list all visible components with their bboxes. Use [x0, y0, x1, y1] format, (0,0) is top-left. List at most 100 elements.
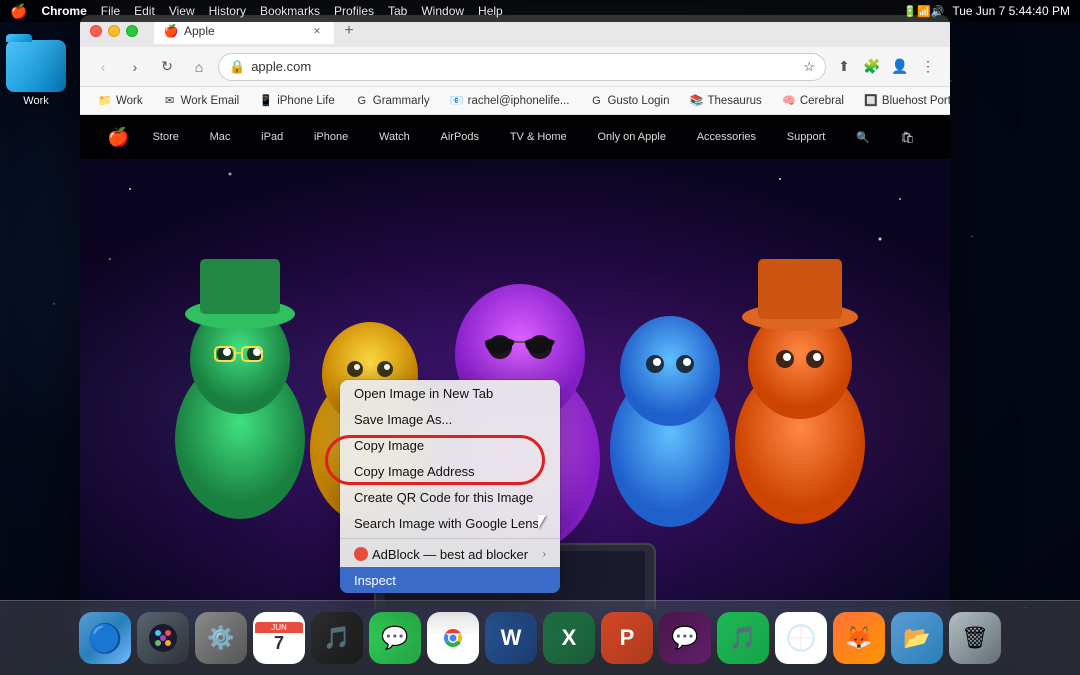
bookmark-grammarly[interactable]: G Grammarly: [347, 92, 438, 110]
apple-menu[interactable]: 🍎: [10, 3, 27, 20]
menubar-window[interactable]: Window: [421, 4, 464, 18]
browser-window: 🍎 Apple ✕ + ‹ › ↻ ⌂ 🔒 apple.com ☆ ⬆: [80, 15, 950, 635]
context-menu-separator: [340, 538, 560, 539]
menubar-help[interactable]: Help: [478, 4, 503, 18]
desktop: 🍎 Chrome File Edit View History Bookmark…: [0, 0, 1080, 675]
profile-icon[interactable]: 👤: [888, 55, 912, 79]
dock-item-finder[interactable]: 🔵: [79, 612, 131, 664]
context-menu-item-create-qr[interactable]: Create QR Code for this Image: [340, 484, 560, 510]
menubar: 🍎 Chrome File Edit View History Bookmark…: [0, 0, 1080, 22]
context-menu-item-search-lens[interactable]: Search Image with Google Lens: [340, 510, 560, 536]
context-menu-item-open-new-tab[interactable]: Open Image in New Tab: [340, 380, 560, 406]
toolbar-icons: ⬆ 🧩 👤 ⋮: [832, 55, 940, 79]
menubar-file[interactable]: File: [101, 4, 120, 18]
apple-nav-store[interactable]: Store: [145, 127, 187, 147]
menubar-view[interactable]: View: [169, 4, 195, 18]
share-icon[interactable]: ⬆: [832, 55, 856, 79]
menubar-history[interactable]: History: [209, 4, 246, 18]
safari-icon: [786, 623, 816, 653]
dock-item-trash[interactable]: 🗑: [949, 612, 1001, 664]
chrome-icon: [438, 623, 468, 653]
apple-nav-search[interactable]: 🔍: [848, 127, 878, 148]
new-tab-button[interactable]: +: [338, 20, 360, 42]
extensions-icon[interactable]: 🧩: [860, 55, 884, 79]
apple-nav-iphone[interactable]: iPhone: [306, 127, 356, 147]
tab-title: Apple: [184, 24, 215, 38]
bookmark-work-email[interactable]: ✉ Work Email: [155, 92, 248, 110]
apple-nav-support[interactable]: Support: [779, 127, 834, 147]
back-button[interactable]: ‹: [90, 54, 116, 80]
dock-item-messages[interactable]: 💬: [369, 612, 421, 664]
bookmark-work[interactable]: 📁 Work: [90, 92, 151, 110]
menubar-edit[interactable]: Edit: [134, 4, 155, 18]
apple-nav-bag[interactable]: 🛍: [893, 127, 923, 148]
context-menu-item-copy-image[interactable]: Copy Image: [340, 432, 560, 458]
context-menu-item-inspect[interactable]: Inspect: [340, 567, 560, 593]
bookmark-bluehost-icon: 🔲: [864, 94, 878, 108]
adblock-icon: [354, 547, 368, 561]
tab-close-button[interactable]: ✕: [310, 24, 324, 38]
minimize-button[interactable]: [108, 25, 120, 37]
url-display: apple.com: [251, 59, 797, 74]
close-button[interactable]: [90, 25, 102, 37]
dock-item-powerpoint[interactable]: P: [601, 612, 653, 664]
dock-item-excel[interactable]: X: [543, 612, 595, 664]
apple-nav-ipad[interactable]: iPad: [253, 127, 291, 147]
address-bar[interactable]: 🔒 apple.com ☆: [218, 53, 826, 81]
dock-item-firefox[interactable]: 🦊: [833, 612, 885, 664]
bookmark-email-icon: ✉: [163, 94, 177, 108]
bookmark-work-icon: 📁: [98, 94, 112, 108]
menubar-app-name[interactable]: Chrome: [41, 4, 86, 18]
dock-item-settings[interactable]: ⚙️: [195, 612, 247, 664]
dock-item-files[interactable]: 📂: [891, 612, 943, 664]
context-menu-item-save-image[interactable]: Save Image As...: [340, 406, 560, 432]
bookmark-gusto-icon: G: [589, 94, 603, 108]
tab-favicon: 🍎: [164, 24, 178, 38]
work-folder[interactable]: Work: [6, 40, 66, 107]
lock-icon: 🔒: [229, 59, 245, 75]
apple-nav-watch[interactable]: Watch: [371, 127, 418, 147]
dock-item-music[interactable]: 🎵: [311, 612, 363, 664]
folder-icon: [6, 40, 66, 92]
adblock-arrow-icon: ›: [543, 549, 546, 560]
dock-item-launchpad[interactable]: [137, 612, 189, 664]
menubar-icons: 🔋📶🔊: [903, 5, 944, 18]
apple-nav-airpods[interactable]: AirPods: [433, 127, 488, 147]
context-menu-item-adblock[interactable]: AdBlock — best ad blocker ›: [340, 541, 560, 567]
bookmark-gusto[interactable]: G Gusto Login: [581, 92, 677, 110]
bookmark-bluehost[interactable]: 🔲 Bluehost Portal: [856, 92, 950, 110]
dock-item-calendar[interactable]: JUN 7: [253, 612, 305, 664]
menubar-right: 🔋📶🔊 Tue Jun 7 5:44:40 PM: [903, 4, 1070, 18]
bookmark-cerebral[interactable]: 🧠 Cerebral: [774, 92, 852, 110]
menubar-time: Tue Jun 7 5:44:40 PM: [952, 4, 1070, 18]
dock-item-spotify[interactable]: 🎵: [717, 612, 769, 664]
apple-nav-mac[interactable]: Mac: [202, 127, 239, 147]
browser-content: 🍎 Store Mac iPad iPhone Watch AirPods TV…: [80, 115, 950, 635]
apple-nav-accessories[interactable]: Accessories: [689, 127, 764, 147]
bookmark-thesaurus-icon: 📚: [689, 94, 703, 108]
maximize-button[interactable]: [126, 25, 138, 37]
bookmark-star-icon[interactable]: ☆: [803, 59, 815, 75]
menubar-bookmarks[interactable]: Bookmarks: [260, 4, 320, 18]
dock-item-word[interactable]: W: [485, 612, 537, 664]
toolbar: ‹ › ↻ ⌂ 🔒 apple.com ☆ ⬆ 🧩 👤 ⋮: [80, 47, 950, 87]
bookmark-rachel[interactable]: 📧 rachel@iphonelife...: [442, 92, 578, 110]
home-button[interactable]: ⌂: [186, 54, 212, 80]
dock-item-safari[interactable]: [775, 612, 827, 664]
menubar-left: 🍎 Chrome File Edit View History Bookmark…: [10, 3, 903, 20]
dock: 🔵 ⚙️ JUN 7 🎵 💬: [0, 600, 1080, 675]
apple-nav-tv[interactable]: TV & Home: [502, 127, 575, 147]
forward-button[interactable]: ›: [122, 54, 148, 80]
menubar-tab[interactable]: Tab: [388, 4, 407, 18]
apple-nav-only[interactable]: Only on Apple: [589, 127, 674, 147]
more-options-icon[interactable]: ⋮: [916, 55, 940, 79]
context-menu: Open Image in New Tab Save Image As... C…: [340, 380, 560, 593]
bookmark-iphone-life[interactable]: 📱 iPhone Life: [251, 92, 343, 110]
context-menu-item-copy-address[interactable]: Copy Image Address: [340, 458, 560, 484]
menubar-profiles[interactable]: Profiles: [334, 4, 374, 18]
apple-nav-logo: 🍎: [107, 127, 129, 148]
dock-item-chrome[interactable]: [427, 612, 479, 664]
dock-item-slack[interactable]: 💬: [659, 612, 711, 664]
refresh-button[interactable]: ↻: [154, 54, 180, 80]
bookmark-thesaurus[interactable]: 📚 Thesaurus: [681, 92, 769, 110]
